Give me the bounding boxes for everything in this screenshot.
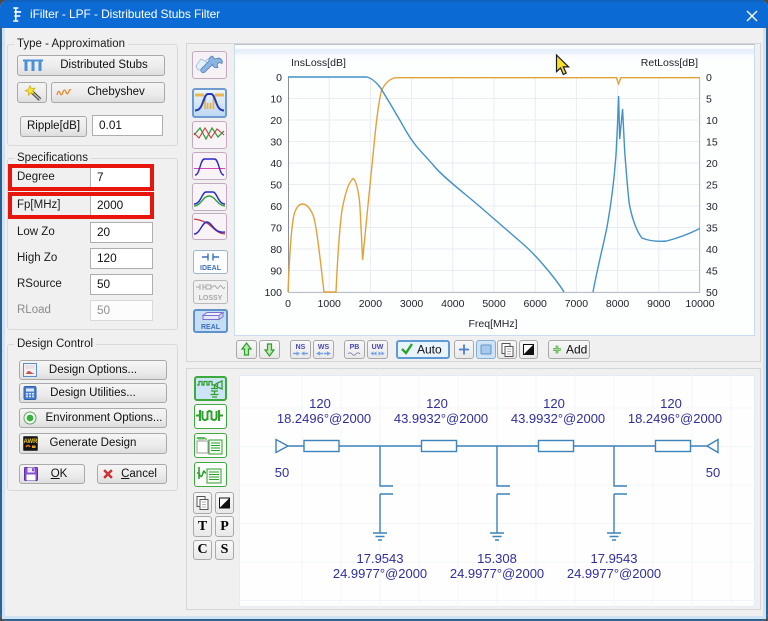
svg-text:70: 70 xyxy=(270,223,282,235)
svg-text:35: 35 xyxy=(706,223,718,235)
svg-text:2000: 2000 xyxy=(359,298,383,310)
svg-text:5000: 5000 xyxy=(482,298,506,310)
svg-text:0: 0 xyxy=(285,298,291,310)
svg-text:24.9977°@2000: 24.9977°@2000 xyxy=(567,566,661,581)
svg-text:8000: 8000 xyxy=(606,298,630,310)
svg-text:120: 120 xyxy=(426,396,448,411)
svg-text:Add: Add xyxy=(566,343,587,357)
svg-text:20: 20 xyxy=(270,115,282,127)
svg-text:25: 25 xyxy=(706,180,718,192)
svg-text:PB: PB xyxy=(350,344,360,351)
svg-text:17.9543: 17.9543 xyxy=(591,551,638,566)
svg-text:Freq[MHz]: Freq[MHz] xyxy=(468,318,517,330)
svg-text:40: 40 xyxy=(270,158,282,170)
svg-text:50: 50 xyxy=(275,465,289,480)
svg-text:20: 20 xyxy=(706,158,718,170)
svg-text:REAL: REAL xyxy=(201,324,221,331)
svg-text:120: 120 xyxy=(543,396,565,411)
svg-text:6000: 6000 xyxy=(524,298,548,310)
svg-text:45: 45 xyxy=(706,266,718,278)
svg-text:43.9932°@2000: 43.9932°@2000 xyxy=(394,411,488,426)
svg-text:UW: UW xyxy=(372,344,384,351)
svg-text:Auto: Auto xyxy=(417,343,442,357)
svg-text:IDEAL: IDEAL xyxy=(200,265,222,272)
svg-text:0: 0 xyxy=(276,72,282,84)
svg-text:40: 40 xyxy=(706,244,718,256)
svg-text:10000: 10000 xyxy=(685,298,714,310)
svg-text:10: 10 xyxy=(706,115,718,127)
svg-text:24.9977°@2000: 24.9977°@2000 xyxy=(450,566,544,581)
svg-text:43.9932°@2000: 43.9932°@2000 xyxy=(511,411,605,426)
svg-text:50: 50 xyxy=(706,465,720,480)
svg-text:24.9977°@2000: 24.9977°@2000 xyxy=(333,566,427,581)
svg-text:AWR: AWR xyxy=(24,439,39,445)
svg-text:80: 80 xyxy=(270,244,282,256)
svg-text:90: 90 xyxy=(270,266,282,278)
svg-text:NS: NS xyxy=(296,344,306,351)
svg-text:7000: 7000 xyxy=(565,298,589,310)
svg-text:50: 50 xyxy=(270,180,282,192)
svg-text:9000: 9000 xyxy=(647,298,671,310)
svg-text:5: 5 xyxy=(706,94,712,106)
svg-text:18.2496°@2000: 18.2496°@2000 xyxy=(277,411,371,426)
svg-text:60: 60 xyxy=(270,201,282,213)
svg-text:0: 0 xyxy=(706,72,712,84)
svg-text:120: 120 xyxy=(660,396,682,411)
svg-text:30: 30 xyxy=(270,137,282,149)
svg-text:120: 120 xyxy=(309,396,331,411)
svg-text:InsLoss[dB]: InsLoss[dB] xyxy=(291,57,346,69)
svg-text:1000: 1000 xyxy=(318,298,342,310)
svg-text:15.308: 15.308 xyxy=(477,551,517,566)
svg-text:RetLoss[dB]: RetLoss[dB] xyxy=(641,57,698,69)
svg-text:18.2496°@2000: 18.2496°@2000 xyxy=(628,411,722,426)
svg-text:WS: WS xyxy=(318,344,330,351)
svg-text:17.9543: 17.9543 xyxy=(357,551,404,566)
svg-text:10: 10 xyxy=(270,94,282,106)
svg-text:LOSSY: LOSSY xyxy=(199,295,223,302)
svg-text:4000: 4000 xyxy=(441,298,465,310)
svg-text:30: 30 xyxy=(706,201,718,213)
svg-text:100: 100 xyxy=(264,287,282,299)
svg-text:3000: 3000 xyxy=(400,298,424,310)
svg-text:15: 15 xyxy=(706,137,718,149)
